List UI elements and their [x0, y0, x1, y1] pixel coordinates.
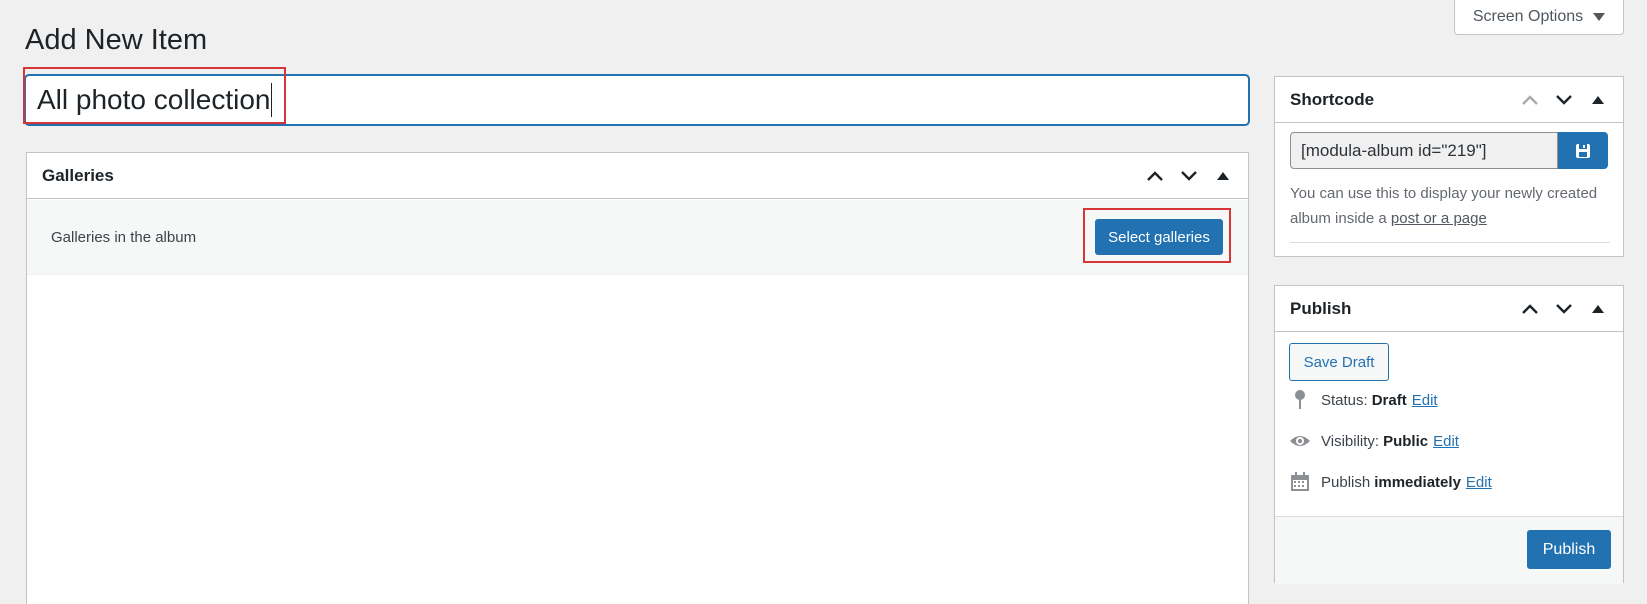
schedule-row: Publish immediately Edit [1289, 471, 1492, 493]
collapse-toggle-icon[interactable] [1213, 166, 1233, 186]
status-row: Status: Draft Edit [1289, 389, 1438, 411]
post-or-page-link[interactable]: post or a page [1391, 210, 1487, 227]
page-title: Add New Item [25, 24, 208, 56]
pin-icon [1289, 389, 1311, 411]
galleries-metabox: Galleries Galleries in the album Select … [26, 152, 1249, 604]
move-up-icon[interactable] [1520, 299, 1540, 319]
schedule-label: Publish [1321, 473, 1371, 491]
status-label: Status: [1321, 391, 1368, 409]
move-down-icon[interactable] [1554, 299, 1574, 319]
publish-button[interactable]: Publish [1527, 530, 1611, 569]
shortcode-help: You can use this to display your newly c… [1290, 181, 1610, 231]
edit-status-link[interactable]: Edit [1412, 392, 1438, 409]
screen-options-label: Screen Options [1472, 8, 1584, 25]
shortcode-field[interactable]: [modula-album id="219"] [1290, 132, 1558, 169]
collapse-toggle-icon[interactable] [1588, 90, 1608, 110]
visibility-value: Public [1383, 432, 1429, 450]
calendar-icon [1289, 471, 1311, 493]
save-draft-button[interactable]: Save Draft [1289, 343, 1389, 381]
publish-metabox: Publish Save Draft Status: Draft Edit Vi… [1274, 285, 1624, 584]
publish-header: Publish [1275, 286, 1623, 332]
status-value: Draft [1371, 391, 1407, 409]
shortcode-row: [modula-album id="219"] [1290, 132, 1608, 169]
move-down-icon[interactable] [1179, 166, 1199, 186]
visibility-label: Visibility: [1321, 432, 1380, 450]
caret-down-icon [1593, 13, 1606, 21]
publish-actions: Publish [1275, 516, 1623, 584]
shortcode-header: Shortcode [1275, 77, 1623, 123]
move-up-icon[interactable] [1145, 166, 1165, 186]
visibility-row: Visibility: Public Edit [1289, 430, 1459, 452]
shortcode-title: Shortcode [1290, 89, 1375, 109]
divider [1290, 242, 1610, 243]
move-down-icon[interactable] [1554, 90, 1574, 110]
shortcode-controls [1520, 90, 1608, 110]
copy-shortcode-button[interactable] [1558, 132, 1608, 169]
galleries-header: Galleries [27, 153, 1248, 199]
title-highlight-box [23, 67, 286, 124]
schedule-value: immediately [1374, 473, 1461, 491]
screen-options-button[interactable]: Screen Options [1454, 0, 1624, 35]
select-galleries-highlight-box [1083, 208, 1231, 263]
galleries-toolbar: Galleries in the album Select galleries [27, 200, 1248, 275]
galleries-bar-label: Galleries in the album [51, 228, 197, 246]
shortcode-metabox: Shortcode [modula-album id="219"] You ca… [1274, 76, 1624, 257]
eye-icon [1289, 430, 1311, 452]
edit-schedule-link[interactable]: Edit [1466, 474, 1492, 491]
publish-controls [1520, 299, 1608, 319]
copy-icon [1576, 143, 1590, 158]
galleries-title: Galleries [42, 165, 114, 185]
collapse-toggle-icon[interactable] [1588, 299, 1608, 319]
move-up-icon[interactable] [1520, 90, 1540, 110]
edit-visibility-link[interactable]: Edit [1433, 433, 1459, 450]
publish-title: Publish [1290, 298, 1352, 318]
galleries-controls [1145, 166, 1233, 186]
